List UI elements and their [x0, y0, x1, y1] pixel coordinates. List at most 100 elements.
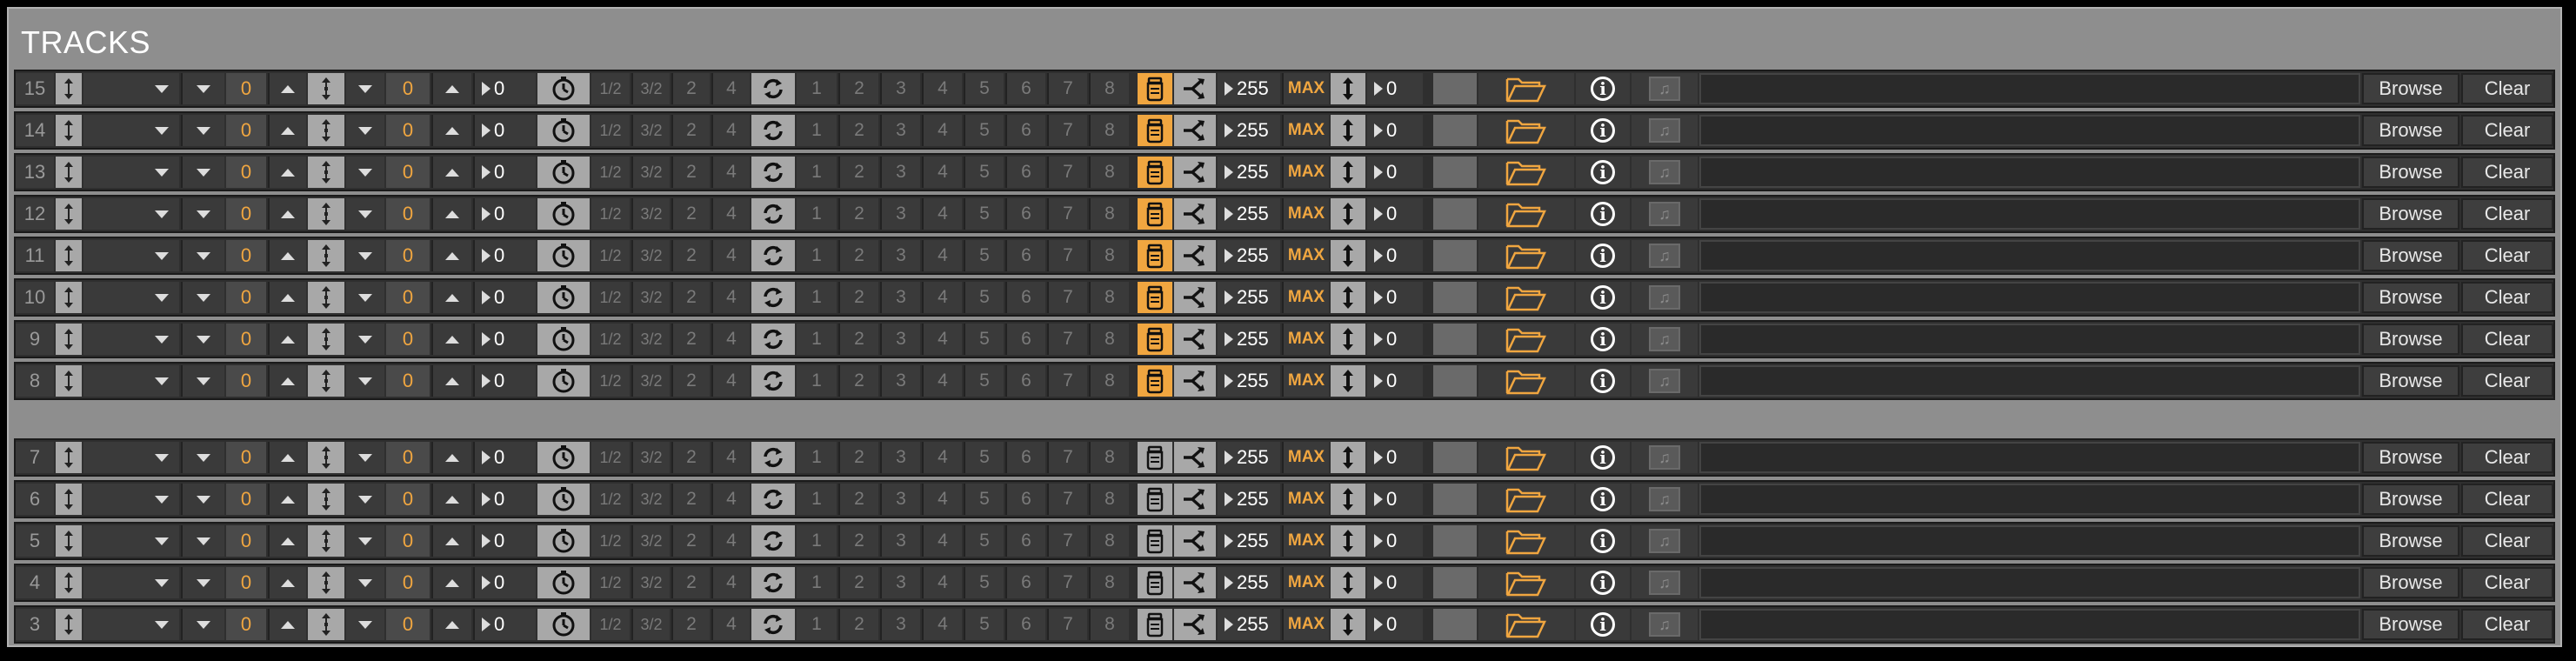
vertical-split-arrows-icon[interactable]: [308, 115, 344, 146]
offset-field[interactable]: 0: [1367, 282, 1423, 313]
start-offset-field[interactable]: 0: [473, 73, 536, 104]
max-button[interactable]: MAX: [1282, 73, 1329, 104]
max-button[interactable]: MAX: [1282, 442, 1329, 473]
rate-half-button[interactable]: 1/2: [591, 324, 630, 355]
color-swatch[interactable]: [1433, 365, 1477, 397]
sample-path-field[interactable]: [1699, 157, 2360, 188]
start-offset-field[interactable]: 0: [473, 609, 536, 640]
step-button-1[interactable]: 1: [797, 240, 837, 271]
step-button-4[interactable]: 4: [922, 115, 962, 146]
loop-button[interactable]: [751, 609, 795, 640]
max-button[interactable]: MAX: [1282, 567, 1329, 598]
open-folder-button[interactable]: [1478, 282, 1574, 313]
level-field[interactable]: 255: [1218, 525, 1280, 557]
step-button-3[interactable]: 3: [880, 198, 920, 230]
step-button-5[interactable]: 5: [964, 115, 1004, 146]
step-button-5[interactable]: 5: [964, 73, 1004, 104]
track-select-dropdown[interactable]: [83, 240, 179, 271]
vertical-split-arrows-icon[interactable]: [308, 240, 344, 271]
value-field-b[interactable]: 0: [386, 525, 430, 557]
value-field-b[interactable]: 0: [386, 115, 430, 146]
loop-button[interactable]: [751, 157, 795, 188]
rate-three-half-button[interactable]: 3/2: [631, 115, 670, 146]
loop-button[interactable]: [751, 365, 795, 397]
step-button-6[interactable]: 6: [1005, 115, 1045, 146]
step-button-8[interactable]: 8: [1089, 365, 1129, 397]
start-offset-field[interactable]: 0: [473, 115, 536, 146]
step-button-8[interactable]: 8: [1089, 442, 1129, 473]
rate-four-button[interactable]: 4: [711, 525, 750, 557]
color-swatch[interactable]: [1433, 609, 1477, 640]
offset-field[interactable]: 0: [1367, 73, 1423, 104]
step-button-3[interactable]: 3: [880, 609, 920, 640]
step-button-3[interactable]: 3: [880, 484, 920, 515]
sample-button[interactable]: ♫: [1632, 609, 1698, 640]
info-button[interactable]: i: [1576, 240, 1630, 271]
timer-button[interactable]: [537, 157, 590, 188]
step-button-3[interactable]: 3: [880, 157, 920, 188]
offset-field[interactable]: 0: [1367, 198, 1423, 230]
step-button-6[interactable]: 6: [1005, 609, 1045, 640]
start-offset-field[interactable]: 0: [473, 442, 536, 473]
step-button-8[interactable]: 8: [1089, 609, 1129, 640]
start-offset-field[interactable]: 0: [473, 484, 536, 515]
step-button-5[interactable]: 5: [964, 609, 1004, 640]
decrement-button-b[interactable]: [346, 324, 384, 355]
timer-button[interactable]: [537, 73, 590, 104]
sample-path-field[interactable]: [1699, 324, 2360, 355]
increment-button-a[interactable]: [268, 157, 306, 188]
sample-path-field[interactable]: [1699, 240, 2360, 271]
vertical-arrows-icon[interactable]: [56, 157, 82, 188]
value-field-b[interactable]: 0: [386, 365, 430, 397]
sample-button[interactable]: ♫: [1632, 73, 1698, 104]
step-button-8[interactable]: 8: [1089, 73, 1129, 104]
timer-button[interactable]: [537, 324, 590, 355]
open-folder-button[interactable]: [1478, 115, 1574, 146]
vertical-arrows-icon[interactable]: [56, 73, 82, 104]
level-field[interactable]: 255: [1218, 609, 1280, 640]
sample-path-field[interactable]: [1699, 73, 2360, 104]
loop-button[interactable]: [751, 73, 795, 104]
rate-two-button[interactable]: 2: [671, 484, 710, 515]
increment-button-a[interactable]: [268, 365, 306, 397]
track-select-dropdown[interactable]: [83, 198, 179, 230]
rate-two-button[interactable]: 2: [671, 525, 710, 557]
clear-button[interactable]: Clear: [2461, 525, 2553, 557]
timer-button[interactable]: [537, 282, 590, 313]
track-select-dropdown[interactable]: [83, 157, 179, 188]
clear-button[interactable]: Clear: [2461, 73, 2553, 104]
info-button[interactable]: i: [1576, 567, 1630, 598]
decrement-button-b[interactable]: [346, 115, 384, 146]
max-button[interactable]: MAX: [1282, 525, 1329, 557]
decrement-button-b[interactable]: [346, 240, 384, 271]
jar-button[interactable]: [1138, 240, 1172, 271]
color-swatch[interactable]: [1433, 442, 1477, 473]
open-folder-button[interactable]: [1478, 240, 1574, 271]
color-swatch[interactable]: [1433, 240, 1477, 271]
clear-button[interactable]: Clear: [2461, 282, 2553, 313]
increment-button-b[interactable]: [431, 115, 471, 146]
vertical-split-arrows-icon[interactable]: [308, 282, 344, 313]
decrement-button-a[interactable]: [181, 73, 224, 104]
step-button-5[interactable]: 5: [964, 484, 1004, 515]
split-button[interactable]: [1174, 484, 1216, 515]
max-button[interactable]: MAX: [1282, 157, 1329, 188]
clear-button[interactable]: Clear: [2461, 115, 2553, 146]
clear-button[interactable]: Clear: [2461, 198, 2553, 230]
vertical-arrows-icon[interactable]: [56, 365, 82, 397]
clear-button[interactable]: Clear: [2461, 484, 2553, 515]
step-button-8[interactable]: 8: [1089, 157, 1129, 188]
start-offset-field[interactable]: 0: [473, 567, 536, 598]
vertical-arrows-icon[interactable]: [1331, 442, 1365, 473]
max-button[interactable]: MAX: [1282, 240, 1329, 271]
increment-button-b[interactable]: [431, 442, 471, 473]
level-field[interactable]: 255: [1218, 442, 1280, 473]
rate-two-button[interactable]: 2: [671, 567, 710, 598]
rate-four-button[interactable]: 4: [711, 115, 750, 146]
step-button-6[interactable]: 6: [1005, 525, 1045, 557]
rate-three-half-button[interactable]: 3/2: [631, 442, 670, 473]
browse-button[interactable]: Browse: [2362, 365, 2459, 397]
loop-button[interactable]: [751, 324, 795, 355]
step-button-3[interactable]: 3: [880, 365, 920, 397]
open-folder-button[interactable]: [1478, 73, 1574, 104]
